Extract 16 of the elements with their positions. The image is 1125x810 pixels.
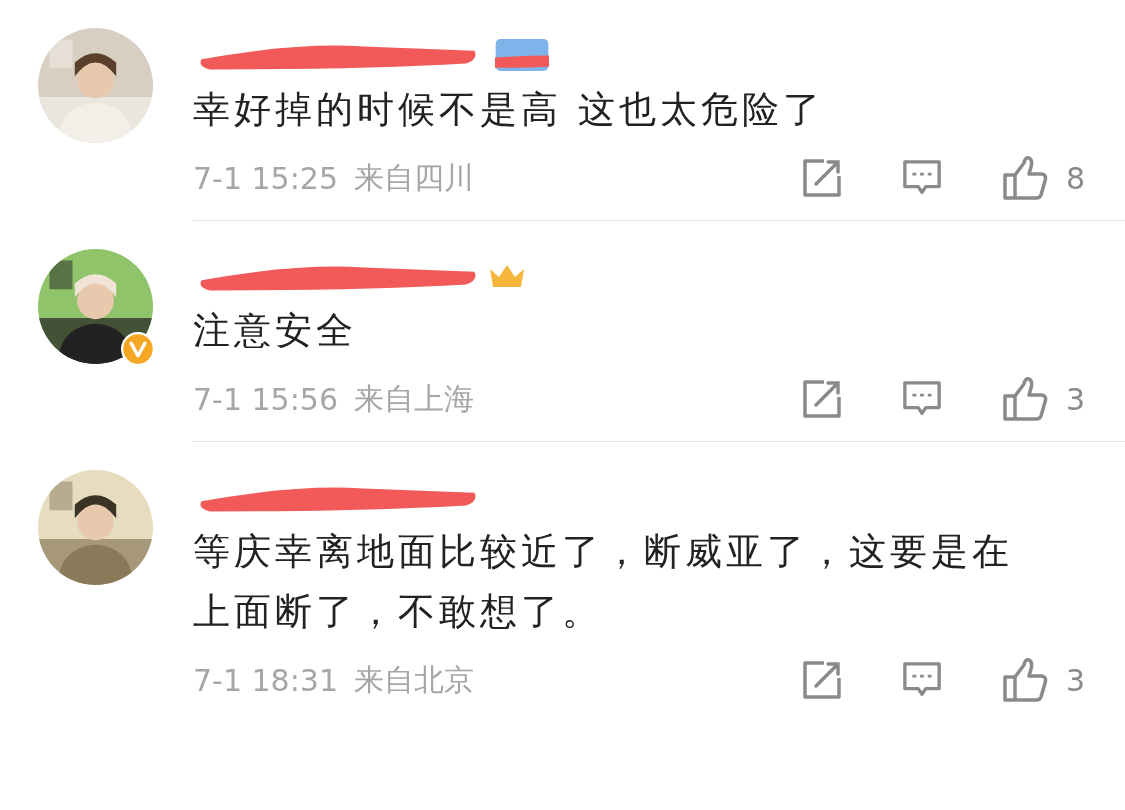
comment-time: 7-1 15:25 — [193, 160, 338, 196]
comment-time: 7-1 15:56 — [193, 381, 338, 417]
share-icon[interactable] — [801, 158, 842, 198]
comment-location: 来自上海 — [354, 379, 474, 418]
share-icon[interactable] — [801, 379, 842, 419]
fan-badge-icon — [495, 39, 549, 71]
comment-time: 7-1 18:31 — [193, 662, 338, 698]
like-button[interactable]: 8 — [1001, 155, 1085, 201]
comment-text: 注意安全 — [193, 308, 358, 354]
comment-location: 来自四川 — [354, 158, 474, 197]
like-button[interactable]: 3 — [1001, 657, 1085, 703]
like-button[interactable]: 3 — [1001, 376, 1085, 422]
comment-text: 幸好掉的时候不是高 这也太危险了 — [193, 87, 825, 133]
comment-location: 来自北京 — [354, 660, 474, 699]
comment-text: 等庆幸离地面比较近了，断威亚了，这要是在上面断了，不敢想了。 — [193, 529, 1014, 635]
share-icon[interactable] — [801, 660, 842, 700]
